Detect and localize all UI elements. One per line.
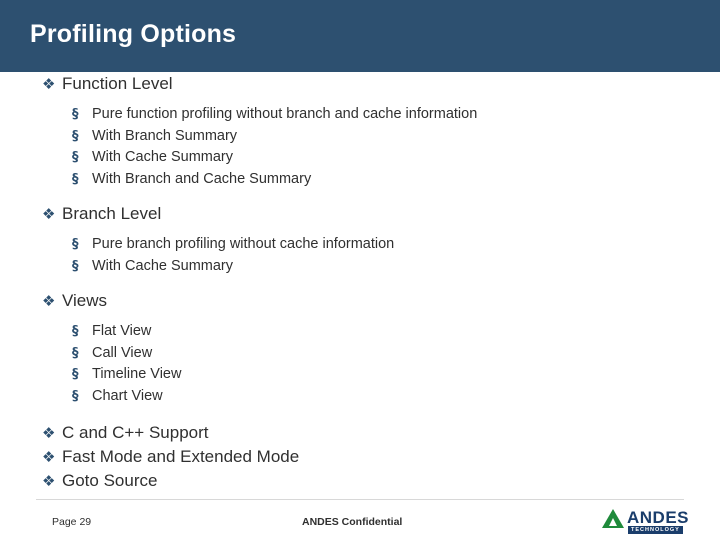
diamond-bullet-icon: ❖ bbox=[42, 75, 56, 93]
section-bullet-icon: § bbox=[72, 324, 79, 339]
sub-bullet-label: With Cache Summary bbox=[92, 149, 234, 165]
sub-bullet-label: Pure function profiling without branch a… bbox=[92, 106, 478, 122]
page-number: Page 29 bbox=[52, 516, 92, 528]
bullet-item-c-cpp-support: ❖ C and C++ Support bbox=[0, 421, 720, 445]
sub-bullet-label: Call View bbox=[92, 344, 153, 361]
sub-bullet-item: § Timeline View bbox=[0, 364, 720, 386]
sub-bullet-label: Flat View bbox=[92, 323, 152, 339]
section-bullet-icon: § bbox=[72, 237, 79, 252]
bullet-item-branch-level: ❖ Branch Level bbox=[0, 202, 720, 226]
bullet-label: Branch Level bbox=[62, 204, 162, 223]
confidentiality-notice: ANDES Confidential bbox=[302, 516, 403, 528]
section-bullet-icon: § bbox=[72, 345, 79, 361]
sub-bullet-label: Chart View bbox=[92, 387, 163, 404]
logo-wordmark: ANDES bbox=[627, 508, 690, 527]
bullet-label: Fast Mode and Extended Mode bbox=[62, 447, 300, 466]
section-bullet-icon: § bbox=[72, 388, 79, 404]
sub-bullet-item: § Flat View bbox=[0, 321, 720, 343]
bullet-label: Function Level bbox=[62, 74, 173, 93]
sub-bullet-item: § Chart View bbox=[0, 386, 720, 408]
bullet-item-fast-extended-mode: ❖ Fast Mode and Extended Mode bbox=[0, 445, 720, 469]
sub-bullet-label: With Branch Summary bbox=[92, 127, 238, 144]
footer-divider bbox=[36, 499, 684, 500]
section-bullet-icon: § bbox=[72, 150, 79, 165]
sub-bullet-label: Pure branch profiling without cache info… bbox=[92, 236, 395, 252]
title-bar: Profiling Options bbox=[0, 0, 720, 72]
section-bullet-icon: § bbox=[72, 107, 79, 122]
sub-bullet-label: With Cache Summary bbox=[92, 257, 234, 274]
sub-bullet-item: § Pure branch profiling without cache in… bbox=[0, 234, 720, 256]
sub-bullet-label: Timeline View bbox=[92, 366, 182, 382]
slide-body: ❖ Function Level § Pure function profili… bbox=[0, 72, 720, 490]
page-title: Profiling Options bbox=[30, 20, 237, 48]
bullet-label: Views bbox=[62, 291, 108, 310]
sub-bullet-label: With Branch and Cache Summary bbox=[92, 170, 312, 187]
triangle-logo-inner-icon bbox=[609, 518, 617, 526]
bullet-label: C and C++ Support bbox=[62, 423, 209, 442]
section-bullet-icon: § bbox=[72, 128, 79, 144]
section-bullet-icon: § bbox=[72, 171, 79, 187]
andes-logo: ANDES TECHNOLOGY bbox=[602, 508, 698, 536]
section-bullet-icon: § bbox=[72, 258, 79, 274]
diamond-bullet-icon: ❖ bbox=[42, 448, 56, 466]
sub-bullet-item: § With Branch and Cache Summary bbox=[0, 169, 720, 191]
diamond-bullet-icon: ❖ bbox=[42, 205, 56, 223]
triangle-logo-icon bbox=[602, 509, 624, 528]
bullet-item-views: ❖ Views bbox=[0, 289, 720, 313]
logo-tagline: TECHNOLOGY bbox=[628, 526, 683, 534]
sub-bullet-item: § With Cache Summary bbox=[0, 256, 720, 278]
sub-bullet-item: § Pure function profiling without branch… bbox=[0, 104, 720, 126]
diamond-bullet-icon: ❖ bbox=[42, 424, 56, 442]
bullet-item-function-level: ❖ Function Level bbox=[0, 72, 720, 96]
section-bullet-icon: § bbox=[72, 367, 79, 382]
diamond-bullet-icon: ❖ bbox=[42, 292, 56, 310]
sub-bullet-item: § With Cache Summary bbox=[0, 147, 720, 169]
sub-bullet-item: § Call View bbox=[0, 343, 720, 365]
sub-bullet-item: § With Branch Summary bbox=[0, 126, 720, 148]
slide: Profiling Options ❖ Function Level § Pur… bbox=[0, 0, 720, 540]
slide-footer: Page 29 ANDES Confidential ANDES TECHNOL… bbox=[0, 472, 720, 540]
